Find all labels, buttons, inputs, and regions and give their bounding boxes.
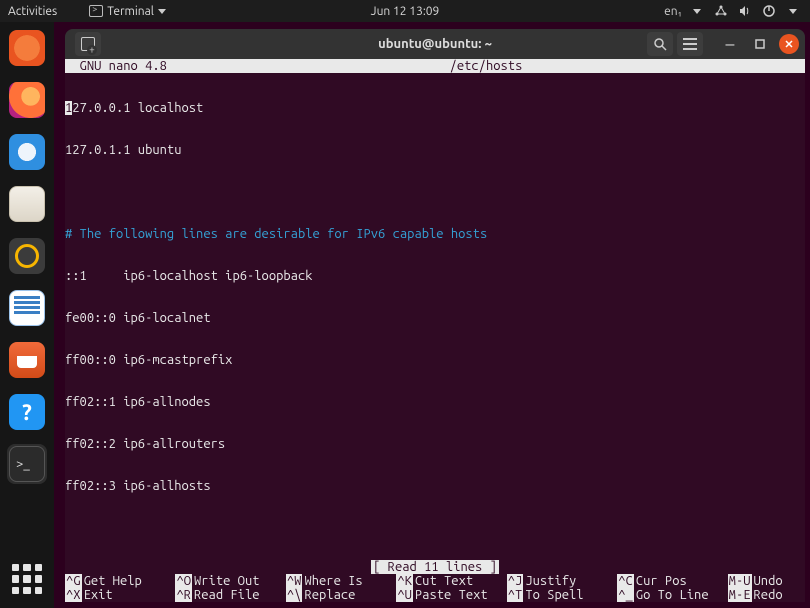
shortcut-whereis: ^WWhere Is [286, 574, 396, 588]
files-icon [9, 186, 45, 222]
menu-button[interactable] [677, 32, 703, 56]
nano-version: GNU nano 4.8 [65, 59, 167, 73]
window-title: ubuntu@ubuntu: ~ [378, 37, 492, 51]
nano-comment-line: # The following lines are desirable for … [65, 227, 805, 241]
app-menu-label: Terminal [107, 5, 154, 18]
document-icon [9, 290, 45, 326]
dock-item-rhythmbox[interactable] [7, 236, 47, 276]
nano-buffer[interactable]: 127.0.0.1 localhost 127.0.1.1 ubuntu # T… [65, 73, 805, 560]
nano-header: GNU nano 4.8 /etc/hosts [65, 59, 805, 73]
shortcut-exit: ^XExit [65, 588, 175, 602]
dock-item-files[interactable] [7, 184, 47, 224]
terminal-icon: >_ [9, 446, 45, 482]
nano-shortcut-bar: ^GGet Help ^OWrite Out ^WWhere Is ^KCut … [65, 574, 805, 602]
dock-item-ubuntu[interactable] [7, 28, 47, 68]
ubuntu-icon [9, 30, 45, 66]
clock[interactable]: Jun 12 13:09 [371, 5, 440, 18]
thunderbird-icon [9, 134, 45, 170]
new-tab-icon [81, 37, 95, 51]
show-applications-button[interactable] [12, 564, 42, 594]
search-button[interactable] [647, 32, 673, 56]
minimize-button[interactable]: ‒ [717, 32, 743, 56]
chevron-down-icon [158, 9, 166, 14]
terminal-icon [89, 5, 103, 17]
shortcut-justify: ^JJustify [507, 574, 617, 588]
chevron-down-icon [690, 4, 704, 18]
dock-item-thunderbird[interactable] [7, 132, 47, 172]
shortcut-spell: ^TTo Spell [507, 588, 617, 602]
dock-item-writer[interactable] [7, 288, 47, 328]
app-menu[interactable]: Terminal [83, 5, 172, 18]
firefox-icon [9, 82, 45, 118]
shortcut-undo: M-UUndo [728, 574, 805, 588]
network-icon[interactable] [714, 4, 728, 18]
volume-icon[interactable] [738, 4, 752, 18]
dock: ? >_ [0, 22, 54, 608]
close-icon [784, 39, 794, 49]
window-titlebar[interactable]: ubuntu@ubuntu: ~ ‒ [65, 29, 805, 59]
language-indicator[interactable]: en₁ [666, 4, 680, 18]
dock-item-firefox[interactable] [7, 80, 47, 120]
speaker-icon [9, 238, 45, 274]
dock-item-terminal[interactable]: >_ [7, 444, 47, 484]
shortcut-writeout: ^OWrite Out [175, 574, 285, 588]
gnome-top-bar: Activities Terminal Jun 12 13:09 en₁ [0, 0, 810, 22]
shortcut-cut: ^KCut Text [396, 574, 506, 588]
activities-button[interactable]: Activities [8, 5, 57, 18]
shopping-bag-icon [9, 342, 45, 378]
nano-filename: /etc/hosts [450, 59, 523, 73]
nano-status-bar: [ Read 11 lines ] [65, 560, 805, 574]
terminal-window: ubuntu@ubuntu: ~ ‒ GNU nano 4.8 [65, 29, 805, 602]
nano-status-message: [ Read 11 lines ] [371, 560, 499, 574]
shortcut-curpos: ^CCur Pos [617, 574, 727, 588]
dock-item-software[interactable] [7, 340, 47, 380]
shortcut-readfile: ^RRead File [175, 588, 285, 602]
help-icon: ? [9, 394, 45, 430]
shortcut-replace: ^\Replace [286, 588, 396, 602]
chevron-down-icon [786, 4, 800, 18]
dock-item-help[interactable]: ? [7, 392, 47, 432]
hamburger-icon [683, 38, 697, 50]
search-icon [653, 37, 667, 51]
shortcut-goto: ^_Go To Line [617, 588, 727, 602]
power-icon[interactable] [762, 4, 776, 18]
shortcut-paste: ^UPaste Text [396, 588, 506, 602]
desktop: ubuntu@ubuntu: ~ ‒ GNU nano 4.8 [54, 22, 810, 608]
close-button[interactable] [779, 34, 799, 54]
shortcut-redo: M-ERedo [728, 588, 805, 602]
maximize-icon [755, 39, 765, 49]
new-tab-button[interactable] [75, 32, 101, 56]
maximize-button[interactable] [747, 32, 773, 56]
shortcut-help: ^GGet Help [65, 574, 175, 588]
terminal-content[interactable]: GNU nano 4.8 /etc/hosts 127.0.0.1 localh… [65, 59, 805, 602]
